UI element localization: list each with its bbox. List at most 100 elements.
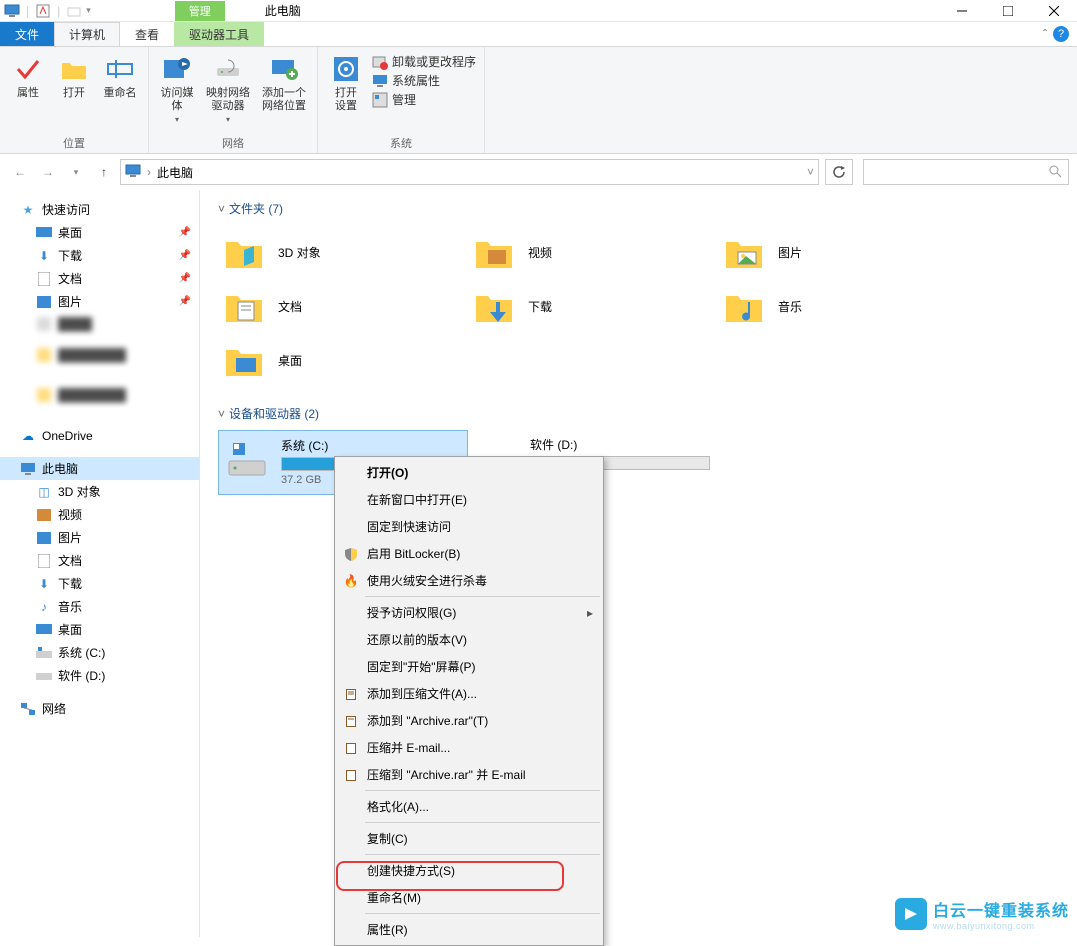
ctx-bitlocker[interactable]: 启用 BitLocker(B) — [337, 540, 601, 567]
sidebar-drive-c[interactable]: 系统 (C:) — [0, 641, 199, 664]
maximize-button[interactable] — [985, 0, 1031, 22]
pin-icon: 📌 — [179, 250, 191, 261]
sidebar-quick-access[interactable]: ★快速访问 — [0, 198, 199, 221]
sidebar-documents[interactable]: 文档 — [0, 549, 199, 572]
drives-header[interactable]: ˅设备和驱动器 (2) — [218, 405, 1059, 422]
ribbon-group-network: 访问媒体▾ 映射网络 驱动器▾ 添加一个 网络位置 网络 — [149, 47, 318, 153]
ctx-open[interactable]: 打开(O) — [337, 459, 601, 486]
sidebar-drive-d[interactable]: 软件 (D:) — [0, 664, 199, 687]
folder-videos[interactable]: 视频 — [468, 225, 718, 279]
ctx-add-archive[interactable]: 添加到压缩文件(A)... — [337, 680, 601, 707]
sidebar-onedrive[interactable]: ☁OneDrive — [0, 425, 199, 447]
ctx-grant-access[interactable]: 授予访问权限(G)▸ — [337, 599, 601, 626]
tab-view[interactable]: 查看 — [120, 22, 174, 46]
download-icon: ⬇ — [36, 248, 52, 264]
gear-icon — [330, 53, 362, 85]
chevron-down-icon[interactable]: ▾ — [86, 5, 91, 16]
rename-button[interactable]: 重命名 — [98, 51, 142, 133]
chevron-right-icon[interactable]: › — [147, 165, 151, 179]
nav-up-button[interactable]: ↑ — [92, 160, 116, 184]
ctx-pin-start[interactable]: 固定到"开始"屏幕(P) — [337, 653, 601, 680]
this-pc-icon — [20, 461, 36, 477]
ctx-huorong-scan[interactable]: 🔥使用火绒安全进行杀毒 — [337, 567, 601, 594]
document-icon — [222, 284, 266, 328]
sidebar-pictures[interactable]: 图片📌 — [0, 290, 199, 313]
sys-props-button[interactable]: 系统属性 — [372, 72, 476, 89]
address-field[interactable]: › 此电脑 ˅ — [120, 159, 819, 185]
navigation-pane: ★快速访问 桌面📌 ⬇下载📌 文档📌 图片📌 ████ ████████ ███… — [0, 190, 200, 937]
media-icon — [161, 53, 193, 85]
download-icon — [472, 284, 516, 328]
archive-icon — [343, 740, 359, 756]
access-media-button[interactable]: 访问媒体▾ — [155, 51, 199, 133]
sidebar-desktop[interactable]: 桌面 — [0, 618, 199, 641]
manage-button[interactable]: 管理 — [372, 91, 476, 108]
folder-desktop[interactable]: 桌面 — [218, 333, 468, 387]
search-input[interactable] — [863, 159, 1069, 185]
properties-button[interactable]: 属性 — [6, 51, 50, 133]
ctx-rename[interactable]: 重命名(M) — [337, 884, 601, 911]
sidebar-videos[interactable]: 视频 — [0, 503, 199, 526]
separator: | — [57, 4, 60, 18]
ctx-pin-quick-access[interactable]: 固定到快速访问 — [337, 513, 601, 540]
sidebar-this-pc[interactable]: 此电脑 — [0, 457, 199, 480]
ctx-properties[interactable]: 属性(R) — [337, 916, 601, 943]
sidebar-blurred-item[interactable]: ████████ — [0, 335, 199, 375]
chevron-down-icon: ˅ — [218, 202, 225, 216]
new-folder-icon[interactable] — [66, 3, 82, 19]
sidebar-pictures[interactable]: 图片 — [0, 526, 199, 549]
tab-computer[interactable]: 计算机 — [54, 22, 120, 46]
properties-icon[interactable] — [35, 3, 51, 19]
chevron-right-icon: ▸ — [587, 606, 593, 620]
minimize-button[interactable] — [939, 0, 985, 22]
ctx-open-new-window[interactable]: 在新窗口中打开(E) — [337, 486, 601, 513]
folder-documents[interactable]: 文档 — [218, 279, 468, 333]
sidebar-desktop[interactable]: 桌面📌 — [0, 221, 199, 244]
ctx-copy[interactable]: 复制(C) — [337, 825, 601, 852]
folder-pictures[interactable]: 图片 — [718, 225, 968, 279]
nav-forward-button[interactable]: → — [36, 160, 60, 184]
archive-icon — [343, 767, 359, 783]
folder-3d-objects[interactable]: 3D 对象 — [218, 225, 468, 279]
refresh-button[interactable] — [825, 159, 853, 185]
sidebar-documents[interactable]: 文档📌 — [0, 267, 199, 290]
sidebar-blurred-item[interactable]: ████████ — [0, 375, 199, 415]
drive-name: 系统 (C:) — [281, 437, 461, 454]
folder-music[interactable]: 音乐 — [718, 279, 968, 333]
ctx-create-shortcut[interactable]: 创建快捷方式(S) — [337, 857, 601, 884]
sidebar-downloads[interactable]: ⬇下载📌 — [0, 244, 199, 267]
separator — [365, 596, 600, 597]
nav-back-button[interactable]: ← — [8, 160, 32, 184]
desktop-icon — [36, 622, 52, 638]
sidebar-network[interactable]: 网络 — [0, 697, 199, 720]
folder-downloads[interactable]: 下载 — [468, 279, 718, 333]
desktop-icon — [222, 338, 266, 382]
ribbon-collapse-icon[interactable]: ˆ — [1043, 27, 1047, 41]
video-icon — [472, 230, 516, 274]
close-button[interactable] — [1031, 0, 1077, 22]
chevron-down-icon[interactable]: ˅ — [807, 165, 814, 179]
open-button[interactable]: 打开 — [52, 51, 96, 133]
sidebar-3d-objects[interactable]: ◫3D 对象 — [0, 480, 199, 503]
ctx-compress-rar-email[interactable]: 压缩到 "Archive.rar" 并 E-mail — [337, 761, 601, 788]
sidebar-music[interactable]: ♪音乐 — [0, 595, 199, 618]
folders-header[interactable]: ˅文件夹 (7) — [218, 200, 1059, 217]
sidebar-downloads[interactable]: ⬇下载 — [0, 572, 199, 595]
help-icon[interactable]: ? — [1053, 26, 1069, 42]
add-location-button[interactable]: 添加一个 网络位置 — [257, 51, 311, 133]
group-label: 系统 — [324, 133, 478, 153]
video-icon — [36, 507, 52, 523]
ctx-format[interactable]: 格式化(A)... — [337, 793, 601, 820]
sidebar-blurred-item[interactable]: ████ — [0, 313, 199, 335]
nav-recent-button[interactable]: ▾ — [64, 160, 88, 184]
window-title: 此电脑 — [265, 2, 301, 19]
ctx-previous-versions[interactable]: 还原以前的版本(V) — [337, 626, 601, 653]
tab-drive-tools[interactable]: 驱动器工具 — [174, 22, 264, 46]
map-drive-button[interactable]: 映射网络 驱动器▾ — [201, 51, 255, 133]
tab-file[interactable]: 文件 — [0, 22, 54, 46]
ctx-add-rar[interactable]: 添加到 "Archive.rar"(T) — [337, 707, 601, 734]
open-settings-button[interactable]: 打开 设置 — [324, 51, 368, 133]
breadcrumb-this-pc[interactable]: 此电脑 — [157, 164, 193, 181]
uninstall-button[interactable]: 卸载或更改程序 — [372, 53, 476, 70]
ctx-compress-email[interactable]: 压缩并 E-mail... — [337, 734, 601, 761]
